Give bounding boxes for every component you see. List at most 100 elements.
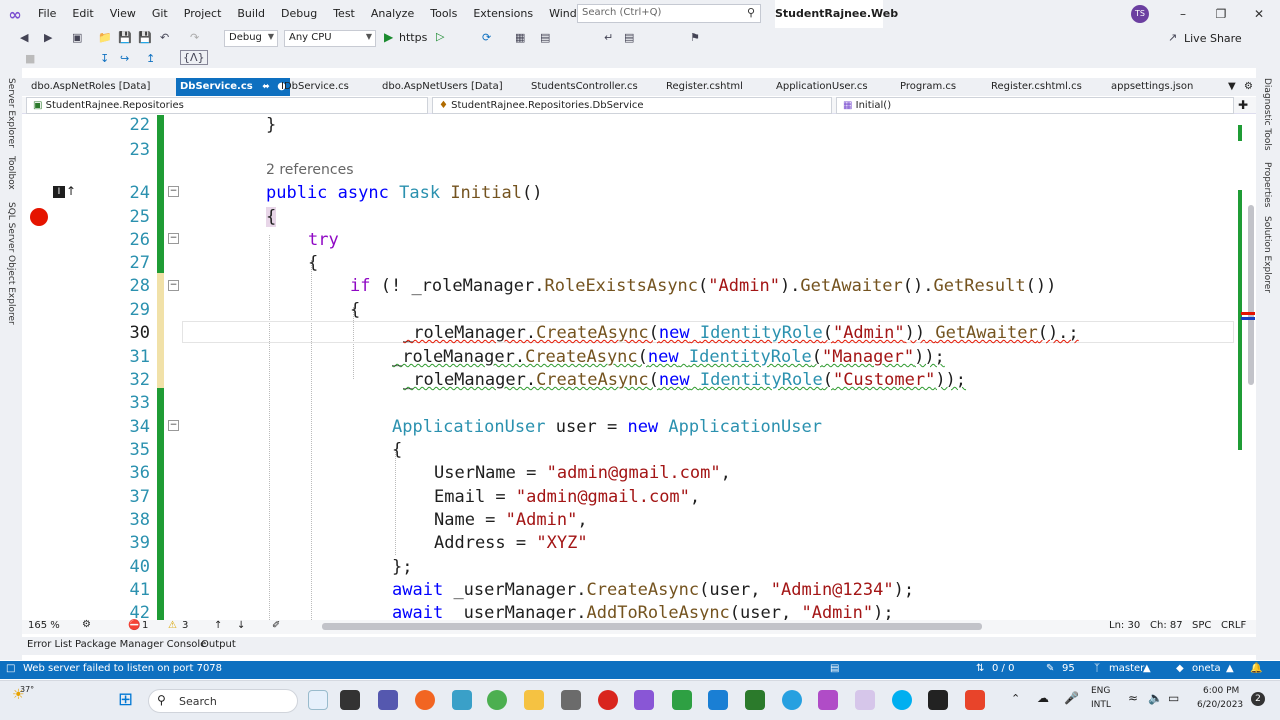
repository-icon[interactable]: ◆: [1176, 663, 1184, 674]
command-prompt-app-icon[interactable]: [928, 690, 948, 710]
search-input[interactable]: Search (Ctrl+Q) ⚲: [577, 4, 761, 23]
pin-icon[interactable]: ⬌: [262, 82, 270, 92]
bookmark-icon[interactable]: ▤: [624, 31, 634, 44]
fold-toggle-icon[interactable]: −: [168, 186, 179, 197]
start-without-debugging-icon[interactable]: ▷: [436, 30, 444, 43]
menu-analyze[interactable]: Analyze: [363, 0, 422, 28]
toolbox-tab[interactable]: Toolbox: [6, 156, 16, 190]
onedrive-icon[interactable]: ☁: [1037, 691, 1049, 705]
calculator-app-icon[interactable]: [561, 690, 581, 710]
menu-git[interactable]: Git: [144, 0, 176, 28]
error-count[interactable]: 1: [142, 620, 148, 631]
teams-app-icon[interactable]: [378, 690, 398, 710]
properties-tab[interactable]: Properties: [1262, 162, 1272, 207]
keyboard-layout-indicator[interactable]: INTL: [1091, 700, 1111, 710]
repository-name[interactable]: oneta: [1192, 663, 1221, 674]
step-icon[interactable]: ↵: [604, 31, 613, 44]
branch-name[interactable]: master: [1109, 663, 1144, 674]
visual-studio-preview-app-icon[interactable]: [818, 690, 838, 710]
tab-studentscontroller[interactable]: StudentsController.cs: [531, 78, 638, 96]
paint-app-icon[interactable]: [452, 690, 472, 710]
menu-test[interactable]: Test: [325, 0, 363, 28]
warning-count[interactable]: 3: [182, 620, 188, 631]
horizontal-scrollbar-thumb[interactable]: [322, 623, 982, 630]
error-icon[interactable]: ⛔: [128, 620, 140, 631]
menu-debug[interactable]: Debug: [273, 0, 325, 28]
status-message[interactable]: Web server failed to listen on port 7078: [23, 663, 222, 674]
edge-app-icon[interactable]: [782, 690, 802, 710]
save-all-icon[interactable]: 💾: [138, 31, 152, 44]
tab-dbservice[interactable]: DbService.cs ⬌ ●: [176, 78, 290, 96]
windows-start-icon[interactable]: ⊞: [118, 689, 133, 710]
clock-time[interactable]: 6:00 PM: [1203, 686, 1239, 696]
tab-idbservice[interactable]: IDbService.cs: [281, 78, 349, 96]
branch-icon[interactable]: ᛉ: [1094, 663, 1100, 674]
diagnostic-tools-tab[interactable]: Diagnostic Tools: [1262, 78, 1272, 151]
browser-link-icon[interactable]: ▦: [515, 31, 525, 44]
split-window-icon[interactable]: ✚: [1238, 98, 1248, 112]
step-over-icon[interactable]: ↪: [120, 52, 129, 65]
codelens-references[interactable]: 2 references: [266, 162, 354, 178]
previous-issue-icon[interactable]: ↑: [214, 620, 222, 631]
pencil-icon[interactable]: ✎: [1046, 663, 1054, 674]
member-dropdown[interactable]: ▦ Initial(): [836, 97, 1234, 114]
step-out-icon[interactable]: ↥: [146, 52, 155, 65]
menu-build[interactable]: Build: [229, 0, 273, 28]
implementation-indicator-icon[interactable]: I: [53, 186, 65, 198]
close-button[interactable]: ✕: [1240, 0, 1278, 28]
menu-extensions[interactable]: Extensions: [465, 0, 541, 28]
task-view-app-icon[interactable]: [340, 690, 360, 710]
stop-debug-icon[interactable]: ■: [25, 52, 35, 65]
tab-package-manager-console[interactable]: Package Manager Console: [75, 639, 206, 650]
run-profile-label[interactable]: https: [399, 31, 427, 44]
zoom-select[interactable]: 165 %: [28, 620, 60, 631]
maximize-button[interactable]: ❐: [1202, 0, 1240, 28]
code-editor[interactable]: I ↑ − − − − 22 23 24 25 26 27 28 29 30 3…: [22, 115, 1256, 620]
sql-server-object-explorer-tab[interactable]: SQL Server Object Explorer: [6, 202, 16, 325]
git-changes-count[interactable]: 0 / 0: [992, 663, 1014, 674]
cleanup-brush-icon[interactable]: ✐: [272, 620, 280, 631]
menu-tools[interactable]: Tools: [422, 0, 465, 28]
firefox-app-icon[interactable]: [415, 690, 435, 710]
breakpoint-icon[interactable]: [30, 208, 48, 226]
menu-edit[interactable]: Edit: [64, 0, 101, 28]
widgets-app-icon[interactable]: [308, 690, 328, 710]
live-share-button[interactable]: Live Share: [1184, 32, 1242, 45]
vscode-app-icon[interactable]: [708, 690, 728, 710]
layout-icon[interactable]: ▤: [540, 31, 550, 44]
server-explorer-tab[interactable]: Server Explorer: [6, 78, 16, 148]
minimize-button[interactable]: –: [1164, 0, 1202, 28]
settings-gear-icon[interactable]: ⚙: [1244, 78, 1253, 96]
volume-icon[interactable]: 🔈: [1148, 691, 1163, 705]
weather-temperature[interactable]: 37°: [20, 685, 34, 694]
snipping-tool-app-icon[interactable]: [855, 690, 875, 710]
tray-overflow-icon[interactable]: ⌃: [1011, 692, 1020, 705]
fold-toggle-icon[interactable]: −: [168, 233, 179, 244]
menu-project[interactable]: Project: [176, 0, 230, 28]
clock-date[interactable]: 6/20/2023: [1197, 700, 1243, 710]
solution-explorer-tab[interactable]: Solution Explorer: [1262, 216, 1272, 293]
next-issue-icon[interactable]: ↓: [237, 620, 245, 631]
tab-appsettings[interactable]: appsettings.json: [1111, 78, 1193, 96]
wifi-icon[interactable]: ≈: [1128, 691, 1138, 705]
excel-app-icon[interactable]: [745, 690, 765, 710]
git-changes-icon[interactable]: ⇅: [976, 663, 984, 674]
line-ending-mode[interactable]: CRLF: [1221, 620, 1246, 631]
platform-select[interactable]: Any CPU ▼: [284, 30, 376, 47]
redo-icon[interactable]: ↷: [190, 31, 199, 44]
menu-file[interactable]: File: [30, 0, 64, 28]
tab-register-cshtml[interactable]: Register.cshtml: [666, 78, 743, 96]
back-icon[interactable]: ◀: [20, 31, 28, 44]
class-dropdown[interactable]: ♦ StudentRajnee.Repositories.DbService: [432, 97, 832, 114]
step-into-icon[interactable]: ↧: [100, 52, 109, 65]
warning-icon[interactable]: ⚠: [168, 620, 177, 631]
tab-applicationuser[interactable]: ApplicationUser.cs: [776, 78, 868, 96]
notifications-bell-icon[interactable]: 🔔: [1250, 663, 1262, 674]
bookmark-flag-icon[interactable]: ⚑: [690, 31, 700, 44]
tab-program[interactable]: Program.cs: [900, 78, 956, 96]
run-icon[interactable]: ▶: [384, 30, 393, 44]
menu-view[interactable]: View: [102, 0, 144, 28]
file-explorer-app-icon[interactable]: [524, 690, 544, 710]
microphone-icon[interactable]: 🎤: [1064, 691, 1079, 705]
terminal-app-icon[interactable]: [672, 690, 692, 710]
